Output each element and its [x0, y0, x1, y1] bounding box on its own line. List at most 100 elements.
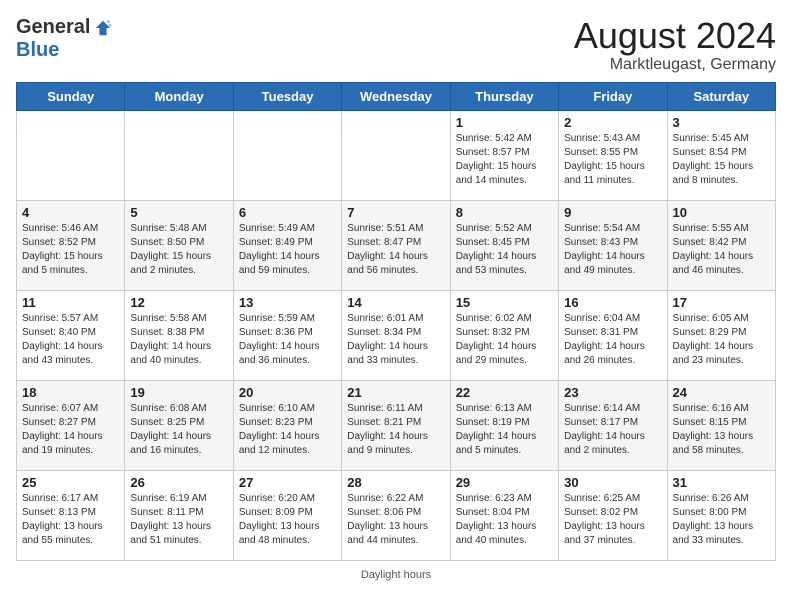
day-info: Sunrise: 6:14 AMSunset: 8:17 PMDaylight:… — [564, 402, 661, 458]
day-number: 4 — [22, 205, 119, 220]
header-day-monday: Monday — [125, 82, 233, 110]
day-number: 8 — [456, 205, 553, 220]
day-info: Sunrise: 5:45 AMSunset: 8:54 PMDaylight:… — [673, 132, 770, 188]
calendar-cell: 2 Sunrise: 5:43 AMSunset: 8:55 PMDaylight… — [559, 110, 667, 200]
calendar-week-5: 25 Sunrise: 6:17 AMSunset: 8:13 PMDayligh… — [17, 470, 776, 560]
day-number: 19 — [130, 385, 227, 400]
calendar-cell: 14 Sunrise: 6:01 AMSunset: 8:34 PMDayligh… — [342, 290, 450, 380]
calendar-cell: 21Sunrise: 6:11 AMSunset: 8:21 PMDayligh… — [342, 380, 450, 470]
day-number: 12 — [130, 295, 227, 310]
day-info: Sunrise: 5:48 AMSunset: 8:50 PMDaylight:… — [130, 222, 227, 278]
calendar-week-1: 1 Sunrise: 5:42 AMSunset: 8:57 PMDaylight… — [17, 110, 776, 200]
day-number: 3 — [673, 115, 770, 130]
calendar-cell: 15 Sunrise: 6:02 AMSunset: 8:32 PMDayligh… — [450, 290, 558, 380]
header-day-saturday: Saturday — [667, 82, 775, 110]
day-number: 22 — [456, 385, 553, 400]
day-info: Sunrise: 5:55 AMSunset: 8:42 PMDaylight:… — [673, 222, 770, 278]
day-number: 6 — [239, 205, 336, 220]
day-info: Sunrise: 5:59 AMSunset: 8:36 PMDaylight:… — [239, 312, 336, 368]
day-number: 15 — [456, 295, 553, 310]
calendar-cell — [342, 110, 450, 200]
calendar-header: SundayMondayTuesdayWednesdayThursdayFrid… — [17, 82, 776, 110]
calendar-cell: 3 Sunrise: 5:45 AMSunset: 8:54 PMDaylight… — [667, 110, 775, 200]
day-number: 10 — [673, 205, 770, 220]
calendar-cell: 13 Sunrise: 5:59 AMSunset: 8:36 PMDayligh… — [233, 290, 341, 380]
day-info: Sunrise: 6:26 AMSunset: 8:00 PMDaylight:… — [673, 492, 770, 548]
day-info: Sunrise: 5:52 AMSunset: 8:45 PMDaylight:… — [456, 222, 553, 278]
day-number: 5 — [130, 205, 227, 220]
page-header: General Blue August 2024 Marktleugast, G… — [16, 16, 776, 74]
day-number: 9 — [564, 205, 661, 220]
calendar-cell: 23 Sunrise: 6:14 AMSunset: 8:17 PMDayligh… — [559, 380, 667, 470]
footer: Daylight hours — [16, 569, 776, 581]
calendar-cell — [125, 110, 233, 200]
calendar-cell: 30Sunrise: 6:25 AMSunset: 8:02 PMDayligh… — [559, 470, 667, 560]
month-year-title: August 2024 — [574, 16, 776, 56]
calendar-body: 1 Sunrise: 5:42 AMSunset: 8:57 PMDaylight… — [17, 110, 776, 560]
day-number: 14 — [347, 295, 444, 310]
location-title: Marktleugast, Germany — [574, 56, 776, 74]
footer-text: Daylight hours — [361, 569, 431, 581]
calendar-cell: 9 Sunrise: 5:54 AMSunset: 8:43 PMDaylight… — [559, 200, 667, 290]
calendar-cell: 10 Sunrise: 5:55 AMSunset: 8:42 PMDayligh… — [667, 200, 775, 290]
day-number: 11 — [22, 295, 119, 310]
day-info: Sunrise: 6:01 AMSunset: 8:34 PMDaylight:… — [347, 312, 444, 368]
day-info: Sunrise: 5:42 AMSunset: 8:57 PMDaylight:… — [456, 132, 553, 188]
calendar-cell: 24Sunrise: 6:16 AMSunset: 8:15 PMDayligh… — [667, 380, 775, 470]
day-info: Sunrise: 6:13 AMSunset: 8:19 PMDaylight:… — [456, 402, 553, 458]
day-number: 13 — [239, 295, 336, 310]
calendar-cell: 19 Sunrise: 6:08 AMSunset: 8:25 PMDayligh… — [125, 380, 233, 470]
day-number: 7 — [347, 205, 444, 220]
day-number: 28 — [347, 475, 444, 490]
calendar-cell: 18Sunrise: 6:07 AMSunset: 8:27 PMDayligh… — [17, 380, 125, 470]
calendar-cell: 8 Sunrise: 5:52 AMSunset: 8:45 PMDaylight… — [450, 200, 558, 290]
calendar-cell: 11 Sunrise: 5:57 AMSunset: 8:40 PMDayligh… — [17, 290, 125, 380]
calendar-cell: 31 Sunrise: 6:26 AMSunset: 8:00 PMDayligh… — [667, 470, 775, 560]
day-number: 23 — [564, 385, 661, 400]
header-row: SundayMondayTuesdayWednesdayThursdayFrid… — [17, 82, 776, 110]
header-day-wednesday: Wednesday — [342, 82, 450, 110]
header-day-tuesday: Tuesday — [233, 82, 341, 110]
title-block: August 2024 Marktleugast, Germany — [574, 16, 776, 74]
logo-general-text: General — [16, 16, 90, 39]
day-info: Sunrise: 6:16 AMSunset: 8:15 PMDaylight:… — [673, 402, 770, 458]
calendar-table: SundayMondayTuesdayWednesdayThursdayFrid… — [16, 82, 776, 561]
day-info: Sunrise: 5:58 AMSunset: 8:38 PMDaylight:… — [130, 312, 227, 368]
day-number: 1 — [456, 115, 553, 130]
calendar-cell: 4Sunrise: 5:46 AMSunset: 8:52 PMDaylight… — [17, 200, 125, 290]
day-number: 26 — [130, 475, 227, 490]
day-number: 2 — [564, 115, 661, 130]
day-number: 16 — [564, 295, 661, 310]
calendar-cell: 16 Sunrise: 6:04 AMSunset: 8:31 PMDayligh… — [559, 290, 667, 380]
header-day-friday: Friday — [559, 82, 667, 110]
header-day-sunday: Sunday — [17, 82, 125, 110]
calendar-cell: 26Sunrise: 6:19 AMSunset: 8:11 PMDayligh… — [125, 470, 233, 560]
calendar-week-3: 11 Sunrise: 5:57 AMSunset: 8:40 PMDayligh… — [17, 290, 776, 380]
day-info: Sunrise: 5:54 AMSunset: 8:43 PMDaylight:… — [564, 222, 661, 278]
day-info: Sunrise: 6:22 AMSunset: 8:06 PMDaylight:… — [347, 492, 444, 548]
day-info: Sunrise: 6:17 AMSunset: 8:13 PMDaylight:… — [22, 492, 119, 548]
day-info: Sunrise: 5:57 AMSunset: 8:40 PMDaylight:… — [22, 312, 119, 368]
day-number: 27 — [239, 475, 336, 490]
day-info: Sunrise: 6:25 AMSunset: 8:02 PMDaylight:… — [564, 492, 661, 548]
day-number: 25 — [22, 475, 119, 490]
day-info: Sunrise: 6:23 AMSunset: 8:04 PMDaylight:… — [456, 492, 553, 548]
day-info: Sunrise: 6:02 AMSunset: 8:32 PMDaylight:… — [456, 312, 553, 368]
calendar-cell: 27Sunrise: 6:20 AMSunset: 8:09 PMDayligh… — [233, 470, 341, 560]
day-number: 31 — [673, 475, 770, 490]
logo-icon — [94, 19, 112, 37]
day-info: Sunrise: 6:08 AMSunset: 8:25 PMDaylight:… — [130, 402, 227, 458]
logo-blue-text: Blue — [16, 39, 59, 62]
day-info: Sunrise: 5:43 AMSunset: 8:55 PMDaylight:… — [564, 132, 661, 188]
day-info: Sunrise: 5:49 AMSunset: 8:49 PMDaylight:… — [239, 222, 336, 278]
calendar-week-4: 18Sunrise: 6:07 AMSunset: 8:27 PMDayligh… — [17, 380, 776, 470]
day-info: Sunrise: 6:10 AMSunset: 8:23 PMDaylight:… — [239, 402, 336, 458]
calendar-cell: 5 Sunrise: 5:48 AMSunset: 8:50 PMDaylight… — [125, 200, 233, 290]
calendar-cell: 20 Sunrise: 6:10 AMSunset: 8:23 PMDayligh… — [233, 380, 341, 470]
day-info: Sunrise: 6:04 AMSunset: 8:31 PMDaylight:… — [564, 312, 661, 368]
calendar-cell: 1 Sunrise: 5:42 AMSunset: 8:57 PMDaylight… — [450, 110, 558, 200]
day-number: 20 — [239, 385, 336, 400]
calendar-cell: 22 Sunrise: 6:13 AMSunset: 8:19 PMDayligh… — [450, 380, 558, 470]
calendar-cell: 29Sunrise: 6:23 AMSunset: 8:04 PMDayligh… — [450, 470, 558, 560]
day-info: Sunrise: 6:11 AMSunset: 8:21 PMDaylight:… — [347, 402, 444, 458]
